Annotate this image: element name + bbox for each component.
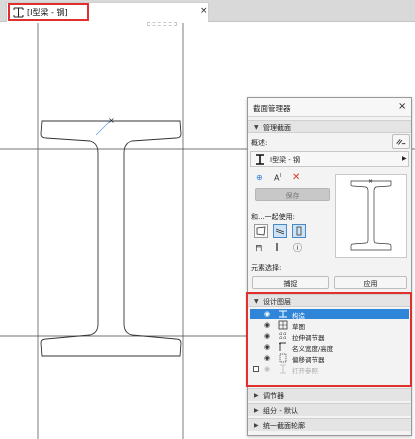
beam-icon (275, 228, 285, 235)
collapse-arrow-icon: ▼ (254, 124, 259, 131)
column-icon (296, 226, 302, 236)
profile-selector[interactable]: I型梁 - 钢 ▶ (250, 151, 409, 167)
save-button-label: 保存 (285, 192, 300, 200)
profile-preview: × (335, 174, 407, 258)
element-select-label: 元素选择: (251, 264, 282, 272)
wall-toggle[interactable] (254, 224, 268, 238)
capture-button[interactable]: 捕捉 (252, 276, 329, 289)
delete-icon[interactable]: ✕ (292, 172, 300, 183)
i-beam-preview-icon: × (350, 178, 392, 251)
panel-title: 截面管理器 (253, 104, 291, 113)
add-profile-icon[interactable]: ⊕ (256, 173, 263, 182)
handrail-icon[interactable]: ‖ (275, 242, 279, 251)
design-layers-highlight-box (246, 292, 412, 387)
section-label: 组分 - 默认 (263, 407, 298, 415)
i-beam-outline (40, 120, 182, 357)
wall-icon (256, 226, 266, 236)
manage-section-label: 管理截面 (263, 124, 291, 132)
expand-arrow-icon: ▶ (254, 392, 259, 399)
panel-close-icon[interactable]: × (398, 101, 406, 112)
capture-button-label: 捕捉 (283, 280, 298, 288)
section-label: 调节器 (263, 392, 284, 400)
panel-title-bar: 截面管理器 × (248, 98, 411, 117)
use-with-label: 和...一起使用: (251, 213, 296, 221)
origin-marker: × (108, 116, 115, 125)
railing-icon[interactable]: ╒╕ (254, 242, 264, 251)
apply-button[interactable]: 应用 (334, 276, 407, 289)
rename-text-icon[interactable]: AI (274, 173, 281, 183)
section-label: 统一截面轮廓 (263, 422, 305, 430)
modifiers-section-header[interactable]: ▶ 调节器 (248, 388, 411, 401)
expand-arrow-icon: ▶ (254, 407, 259, 414)
apply-button-label: 应用 (363, 280, 378, 288)
unified-outline-section-header[interactable]: ▶ 统一截面轮廓 (248, 418, 411, 431)
save-button[interactable]: 保存 (255, 188, 330, 201)
profile-name: I型梁 - 钢 (270, 156, 301, 164)
tab-highlight-box (8, 3, 89, 21)
expand-arrow-icon: ▶ (254, 422, 259, 429)
components-section-header[interactable]: ▶ 组分 - 默认 (248, 403, 411, 416)
describe-label: 概述: (251, 139, 268, 147)
edit-name-icon (396, 139, 406, 145)
chevron-right-icon: ▶ (402, 155, 407, 162)
svg-text:×: × (368, 178, 373, 185)
info-icon[interactable]: ⓘ (293, 241, 302, 254)
beam-toggle[interactable] (273, 224, 287, 238)
column-toggle[interactable] (292, 224, 306, 238)
tab-close-icon[interactable]: × (200, 6, 208, 16)
manage-section-header[interactable]: ▼ 管理截面 (248, 120, 411, 133)
i-beam-icon (256, 154, 264, 165)
tab-bar: [I型梁 - 钢] × (0, 0, 415, 22)
rename-button[interactable] (392, 134, 410, 149)
